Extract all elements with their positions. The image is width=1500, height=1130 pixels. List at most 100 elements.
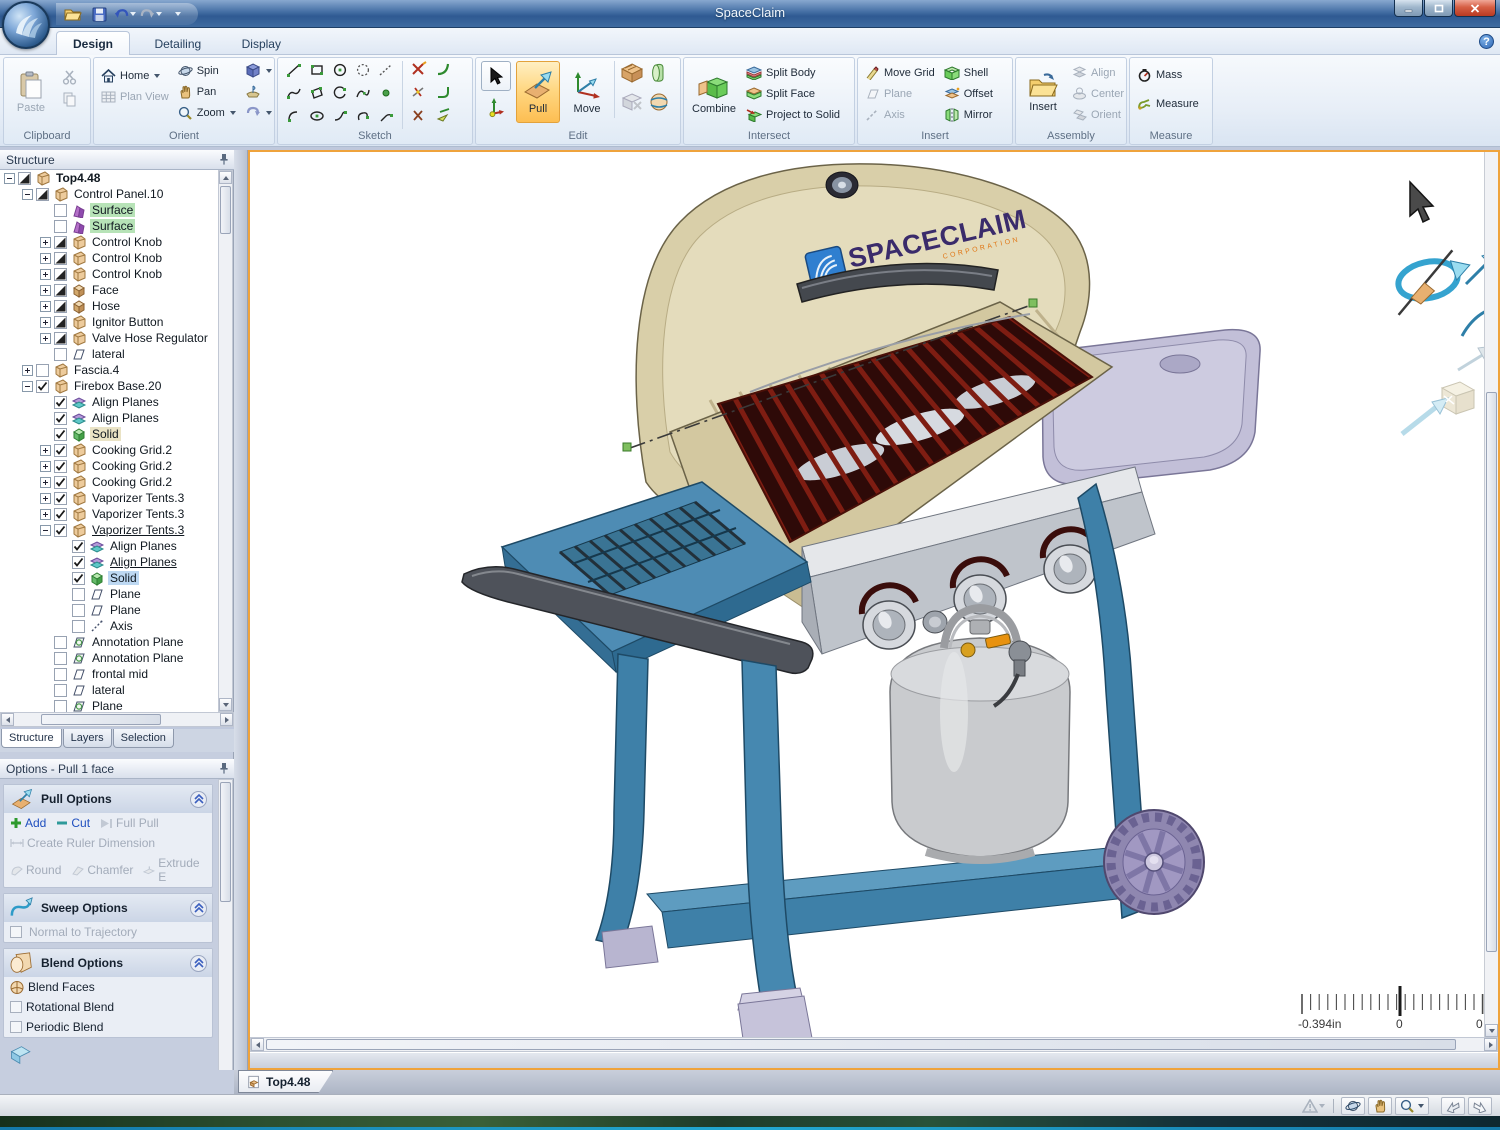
tree-item-label[interactable]: Annotation Plane [90, 651, 185, 665]
maximize-button[interactable] [1424, 0, 1453, 17]
collapse-chevron-icon[interactable] [190, 791, 207, 808]
tree-item[interactable]: Axis [0, 618, 233, 634]
straight-pull-tool-icon[interactable] [1466, 250, 1484, 284]
tree-item[interactable]: Control Knob [0, 234, 233, 250]
tree-checkbox[interactable] [54, 492, 67, 505]
tree-expander[interactable] [40, 237, 51, 248]
redo-button[interactable] [140, 4, 162, 24]
combine-button[interactable]: Combine [689, 61, 739, 123]
tree-item[interactable]: Fascia.4 [0, 362, 233, 378]
blend-faces-option[interactable]: Blend Faces [10, 980, 95, 994]
tree-item[interactable]: lateral [0, 682, 233, 698]
snap-view-button[interactable] [243, 82, 274, 101]
previous-view-button[interactable] [1441, 1097, 1465, 1115]
tree-item[interactable]: Align Planes [0, 394, 233, 410]
tree-checkbox[interactable] [54, 508, 67, 521]
tree-item[interactable]: Top4.48 [0, 170, 233, 186]
status-spin-button[interactable] [1341, 1097, 1365, 1115]
tab-detailing[interactable]: Detailing [138, 32, 217, 55]
tree-item[interactable]: Control Knob [0, 266, 233, 282]
tree-item-label[interactable]: Solid [90, 427, 121, 441]
tree-expander[interactable] [40, 317, 51, 328]
tree-expander[interactable] [40, 461, 51, 472]
tree-item-label[interactable]: Cooking Grid.2 [90, 475, 174, 489]
status-zoom-button[interactable] [1395, 1097, 1429, 1115]
mirror-button[interactable]: Mirror [942, 105, 995, 124]
move-button[interactable]: Move [565, 61, 609, 123]
orient-button[interactable]: Orient [1070, 105, 1126, 124]
tree-checkbox[interactable] [54, 220, 67, 233]
tree-item[interactable]: lateral [0, 346, 233, 362]
tree-checkbox[interactable] [54, 636, 67, 649]
tree-item-label[interactable]: Cooking Grid.2 [90, 459, 174, 473]
sketch-rectangle-button[interactable] [309, 62, 325, 83]
tree-item-label[interactable]: Control Knob [90, 251, 164, 265]
tree-item-label[interactable]: Align Planes [108, 555, 179, 569]
tree-item[interactable]: Cooking Grid.2 [0, 458, 233, 474]
save-button[interactable] [88, 4, 110, 24]
full-pull-option[interactable]: Full Pull [100, 816, 159, 830]
sketch-three-point-rect-button[interactable] [309, 85, 325, 106]
tree-checkbox[interactable] [54, 332, 67, 345]
tree-item-label[interactable]: lateral [90, 683, 127, 697]
tree-item[interactable]: Surface [0, 218, 233, 234]
tree-expander[interactable] [4, 173, 15, 184]
rotational-blend-checkbox[interactable]: Rotational Blend [10, 1000, 114, 1014]
tree-item[interactable]: Cooking Grid.2 [0, 442, 233, 458]
tree-item-label[interactable]: Solid [108, 571, 139, 585]
fill-button[interactable] [621, 63, 643, 88]
tree-item[interactable]: Align Planes [0, 410, 233, 426]
sketch-construction-circle-button[interactable] [355, 62, 371, 83]
options-vertical-scrollbar[interactable] [218, 779, 233, 1091]
tree-item[interactable]: Face [0, 282, 233, 298]
tree-item-label[interactable]: Vaporizer Tents.3 [90, 507, 186, 521]
sketch-point-button[interactable] [378, 85, 394, 106]
tree-item-label[interactable]: Plane [108, 587, 143, 601]
tree-checkbox[interactable] [54, 396, 67, 409]
tree-item[interactable]: Solid [0, 426, 233, 442]
tree-checkbox[interactable] [72, 540, 85, 553]
tree-item[interactable]: frontal mid [0, 666, 233, 682]
chamfer-option[interactable]: Chamfer [71, 863, 133, 877]
tree-item-label[interactable]: Surface [90, 219, 135, 233]
tree-item[interactable]: Hose [0, 298, 233, 314]
pan-button[interactable]: Pan [176, 82, 238, 101]
sketch-sweep-arc-button[interactable] [332, 108, 348, 129]
tree-checkbox[interactable] [54, 252, 67, 265]
tree-expander[interactable] [40, 269, 51, 280]
fillet-curve-button[interactable] [435, 84, 453, 106]
tree-checkbox[interactable] [72, 620, 85, 633]
tree-item-label[interactable]: Align Planes [90, 395, 161, 409]
sketch-construction-line-button[interactable] [378, 62, 394, 83]
center-button[interactable]: Center [1070, 84, 1126, 103]
trim-away-button[interactable] [410, 61, 428, 83]
tree-item[interactable]: Plane [0, 586, 233, 602]
minimize-button[interactable] [1394, 0, 1423, 17]
tree-checkbox[interactable] [54, 236, 67, 249]
tree-item-label[interactable]: Vaporizer Tents.3 [90, 491, 186, 505]
tree-checkbox[interactable] [54, 652, 67, 665]
move-grid-button[interactable]: Move Grid [863, 63, 937, 82]
pin-icon[interactable] [219, 762, 229, 777]
tree-item[interactable]: Annotation Plane [0, 634, 233, 650]
sketch-line-button[interactable] [286, 62, 302, 83]
tree-item[interactable]: Control Knob [0, 250, 233, 266]
help-button[interactable]: ? [1479, 34, 1494, 49]
tree-item-label[interactable]: Cooking Grid.2 [90, 443, 174, 457]
tree-vertical-scrollbar[interactable] [218, 170, 233, 712]
tree-checkbox[interactable] [54, 268, 67, 281]
round-option[interactable]: Round [10, 863, 61, 877]
canvas-vertical-scrollbar[interactable] [1484, 152, 1498, 1037]
tree-item[interactable]: Align Planes [0, 538, 233, 554]
tree-item[interactable]: Control Panel.10 [0, 186, 233, 202]
up-to-tool-icon[interactable] [1402, 382, 1474, 434]
zoom-button[interactable]: Zoom [176, 103, 238, 122]
tree-item-label[interactable]: Vaporizer Tents.3 [90, 523, 186, 537]
tree-item[interactable]: Vaporizer Tents.3 [0, 522, 233, 538]
undo-button[interactable] [114, 4, 136, 24]
tree-checkbox[interactable] [54, 204, 67, 217]
split-face-button[interactable]: Split Face [744, 84, 842, 103]
rotate-pull-tool-icon[interactable] [1388, 247, 1477, 314]
insert-file-button[interactable]: Insert [1021, 61, 1065, 123]
create-ruler-dimension-option[interactable]: Create Ruler Dimension [10, 836, 155, 850]
